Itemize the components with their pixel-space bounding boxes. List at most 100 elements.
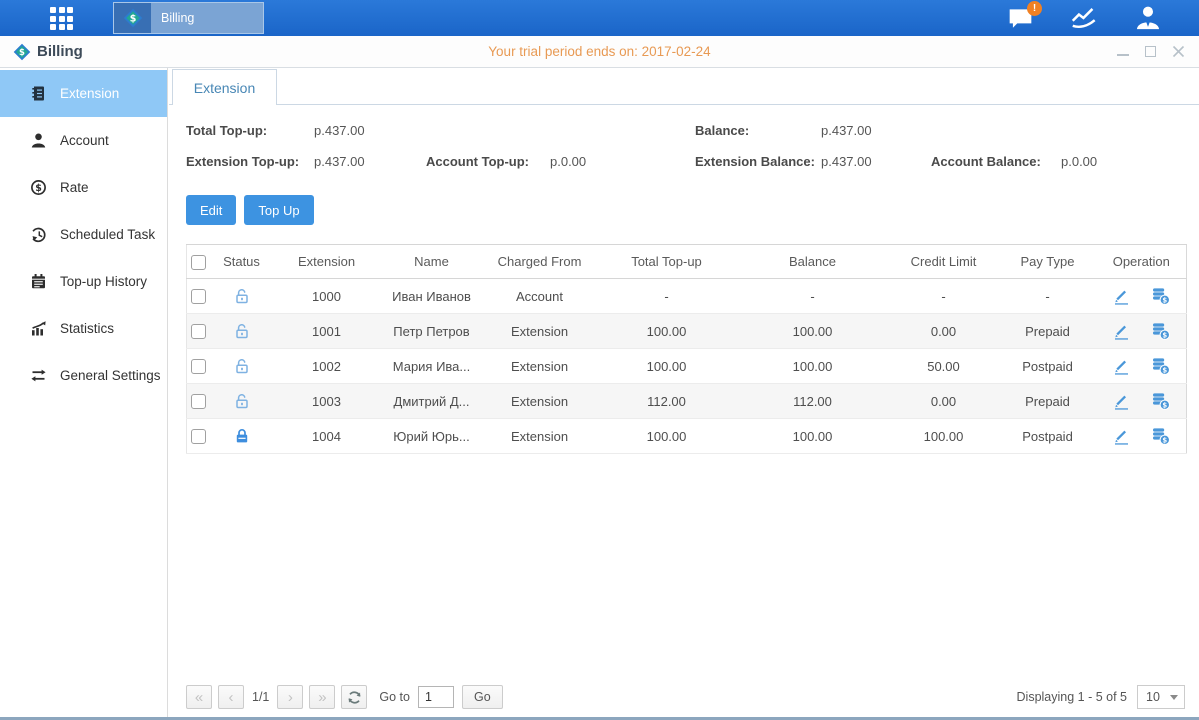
column-header-balance[interactable]: Balance bbox=[737, 245, 889, 279]
row-checkbox[interactable] bbox=[191, 324, 206, 339]
go-button[interactable]: Go bbox=[462, 685, 503, 709]
column-header-operation[interactable]: Operation bbox=[1097, 245, 1187, 279]
row-checkbox[interactable] bbox=[191, 429, 206, 444]
extension-topup-label: Extension Top-up: bbox=[186, 154, 299, 169]
topup-coins-icon[interactable]: $ bbox=[1151, 286, 1171, 306]
page-indicator: 1/1 bbox=[252, 690, 269, 704]
user-icon[interactable] bbox=[1133, 4, 1163, 32]
svg-text:$: $ bbox=[1162, 401, 1167, 409]
topup-coins-icon[interactable]: $ bbox=[1151, 391, 1171, 411]
lock-open-icon[interactable] bbox=[233, 392, 251, 410]
chevron-down-icon bbox=[1170, 695, 1178, 700]
dollar-circle-icon: $ bbox=[30, 179, 47, 196]
close-icon[interactable] bbox=[1172, 45, 1185, 58]
credit-limit-cell: 0.00 bbox=[889, 384, 999, 419]
edit-pencil-icon[interactable] bbox=[1112, 427, 1131, 446]
pay-type-cell: Postpaid bbox=[999, 419, 1097, 454]
row-checkbox[interactable] bbox=[191, 394, 206, 409]
svg-text:$: $ bbox=[1162, 331, 1167, 339]
sidebar-item-scheduled-task[interactable]: Scheduled Task bbox=[0, 211, 167, 258]
charged-from-cell: Extension bbox=[483, 349, 597, 384]
lock-open-icon[interactable] bbox=[233, 357, 251, 375]
total-topup-cell: 100.00 bbox=[597, 349, 737, 384]
total-topup-label: Total Top-up: bbox=[186, 123, 267, 138]
column-header-credit-limit[interactable]: Credit Limit bbox=[889, 245, 999, 279]
sidebar-item-label: Top-up History bbox=[60, 274, 147, 289]
account-balance-value: p.0.00 bbox=[1061, 154, 1097, 169]
reports-chart-icon[interactable] bbox=[1069, 4, 1099, 32]
table-row: 1004 Юрий Юрь... Extension 100.00 100.00… bbox=[187, 419, 1187, 454]
balance-cell: - bbox=[737, 279, 889, 314]
topup-coins-icon[interactable]: $ bbox=[1151, 321, 1171, 341]
row-checkbox[interactable] bbox=[191, 289, 206, 304]
total-topup-value: p.437.00 bbox=[314, 123, 365, 138]
extension-balance-label: Extension Balance: bbox=[695, 154, 815, 169]
select-all-header bbox=[187, 245, 211, 279]
sidebar-item-label: Statistics bbox=[60, 321, 114, 336]
charged-from-cell: Extension bbox=[483, 314, 597, 349]
name-cell: Дмитрий Д... bbox=[381, 384, 483, 419]
last-page-button[interactable]: » bbox=[309, 685, 335, 709]
pay-type-cell: Postpaid bbox=[999, 349, 1097, 384]
window-titlebar: $ Billing Your trial period ends on: 201… bbox=[0, 36, 1199, 68]
apps-grid-icon[interactable] bbox=[50, 7, 74, 30]
column-header-total-topup[interactable]: Total Top-up bbox=[597, 245, 737, 279]
transfer-arrows-icon bbox=[30, 367, 47, 384]
extension-cell: 1004 bbox=[273, 419, 381, 454]
column-header-extension[interactable]: Extension bbox=[273, 245, 381, 279]
topup-coins-icon[interactable]: $ bbox=[1151, 356, 1171, 376]
charged-from-cell: Extension bbox=[483, 419, 597, 454]
taskbar-tab-label: Billing bbox=[161, 11, 194, 25]
prev-page-button[interactable]: ‹ bbox=[218, 685, 244, 709]
lock-closed-icon[interactable] bbox=[233, 427, 251, 445]
edit-pencil-icon[interactable] bbox=[1112, 357, 1131, 376]
svg-text:$: $ bbox=[129, 13, 136, 24]
table-row: 1000 Иван Иванов Account - - - - bbox=[187, 279, 1187, 314]
edit-pencil-icon[interactable] bbox=[1112, 322, 1131, 341]
taskbar-billing-tab[interactable]: $ Billing bbox=[113, 2, 264, 34]
svg-text:$: $ bbox=[1162, 436, 1167, 444]
top-up-button[interactable]: Top Up bbox=[244, 195, 313, 225]
pay-type-cell: - bbox=[999, 279, 1097, 314]
topup-coins-icon[interactable]: $ bbox=[1151, 426, 1171, 446]
billing-app-icon: $ bbox=[114, 3, 151, 33]
total-topup-cell: 100.00 bbox=[597, 314, 737, 349]
balance-cell: 100.00 bbox=[737, 419, 889, 454]
lock-open-icon[interactable] bbox=[233, 287, 251, 305]
column-header-status[interactable]: Status bbox=[211, 245, 273, 279]
edit-button[interactable]: Edit bbox=[186, 195, 236, 225]
next-page-button[interactable]: › bbox=[277, 685, 303, 709]
column-header-pay-type[interactable]: Pay Type bbox=[999, 245, 1097, 279]
sidebar-item-label: Account bbox=[60, 133, 109, 148]
select-all-checkbox[interactable] bbox=[191, 255, 206, 270]
edit-pencil-icon[interactable] bbox=[1112, 392, 1131, 411]
main-content: Extension Total Top-up: p.437.00 Balance… bbox=[169, 68, 1199, 717]
row-checkbox[interactable] bbox=[191, 359, 206, 374]
extension-cell: 1000 bbox=[273, 279, 381, 314]
billing-logo-icon: $ bbox=[13, 43, 31, 66]
sidebar-item-statistics[interactable]: Statistics bbox=[0, 305, 167, 352]
messages-icon[interactable]: ! bbox=[1005, 4, 1035, 32]
sidebar-item-extension[interactable]: Extension bbox=[0, 70, 167, 117]
goto-page-input[interactable] bbox=[418, 686, 454, 708]
lock-open-icon[interactable] bbox=[233, 322, 251, 340]
maximize-icon[interactable] bbox=[1144, 45, 1157, 58]
column-header-charged-from[interactable]: Charged From bbox=[483, 245, 597, 279]
charged-from-cell: Extension bbox=[483, 384, 597, 419]
edit-pencil-icon[interactable] bbox=[1112, 287, 1131, 306]
refresh-button[interactable] bbox=[341, 685, 367, 709]
sidebar-item-topup-history[interactable]: Top-up History bbox=[0, 258, 167, 305]
page-size-select[interactable]: 10 bbox=[1137, 685, 1185, 709]
balance-label: Balance: bbox=[695, 123, 749, 138]
first-page-button[interactable]: « bbox=[186, 685, 212, 709]
sidebar-item-general-settings[interactable]: General Settings bbox=[0, 352, 167, 399]
pay-type-cell: Prepaid bbox=[999, 314, 1097, 349]
column-header-name[interactable]: Name bbox=[381, 245, 483, 279]
name-cell: Юрий Юрь... bbox=[381, 419, 483, 454]
sidebar-item-rate[interactable]: $ Rate bbox=[0, 164, 167, 211]
minimize-icon[interactable] bbox=[1116, 45, 1129, 58]
tab-extension[interactable]: Extension bbox=[172, 69, 277, 105]
pagination-bar: « ‹ 1/1 › » Go to Go Displaying 1 - 5 of… bbox=[186, 683, 1185, 711]
sidebar-item-account[interactable]: Account bbox=[0, 117, 167, 164]
name-cell: Мария Ива... bbox=[381, 349, 483, 384]
